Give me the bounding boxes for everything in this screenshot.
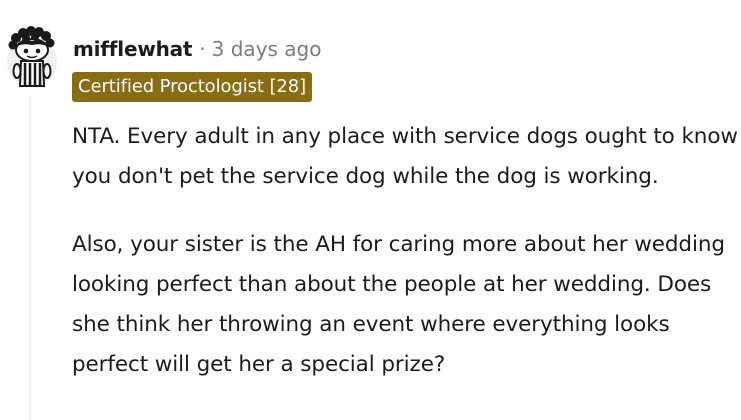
user-avatar-icon[interactable] — [4, 26, 60, 90]
user-flair-badge: Certified Proctologist [28] — [72, 72, 313, 102]
comment-body: NTA. Every adult in any place with servi… — [72, 117, 740, 413]
comment: mifflewhat · 3 days ago Certified Procto… — [0, 0, 741, 420]
comment-paragraph: NTA. Every adult in any place with servi… — [72, 124, 738, 189]
meta-separator: · — [199, 37, 206, 61]
comment-paragraph: Also, your sister is the AH for caring m… — [72, 232, 725, 377]
comment-timestamp[interactable]: 3 days ago — [212, 37, 322, 61]
thread-collapse-line[interactable] — [29, 97, 31, 420]
username-link[interactable]: mifflewhat — [73, 37, 192, 61]
comment-meta: mifflewhat · 3 days ago — [73, 34, 322, 64]
